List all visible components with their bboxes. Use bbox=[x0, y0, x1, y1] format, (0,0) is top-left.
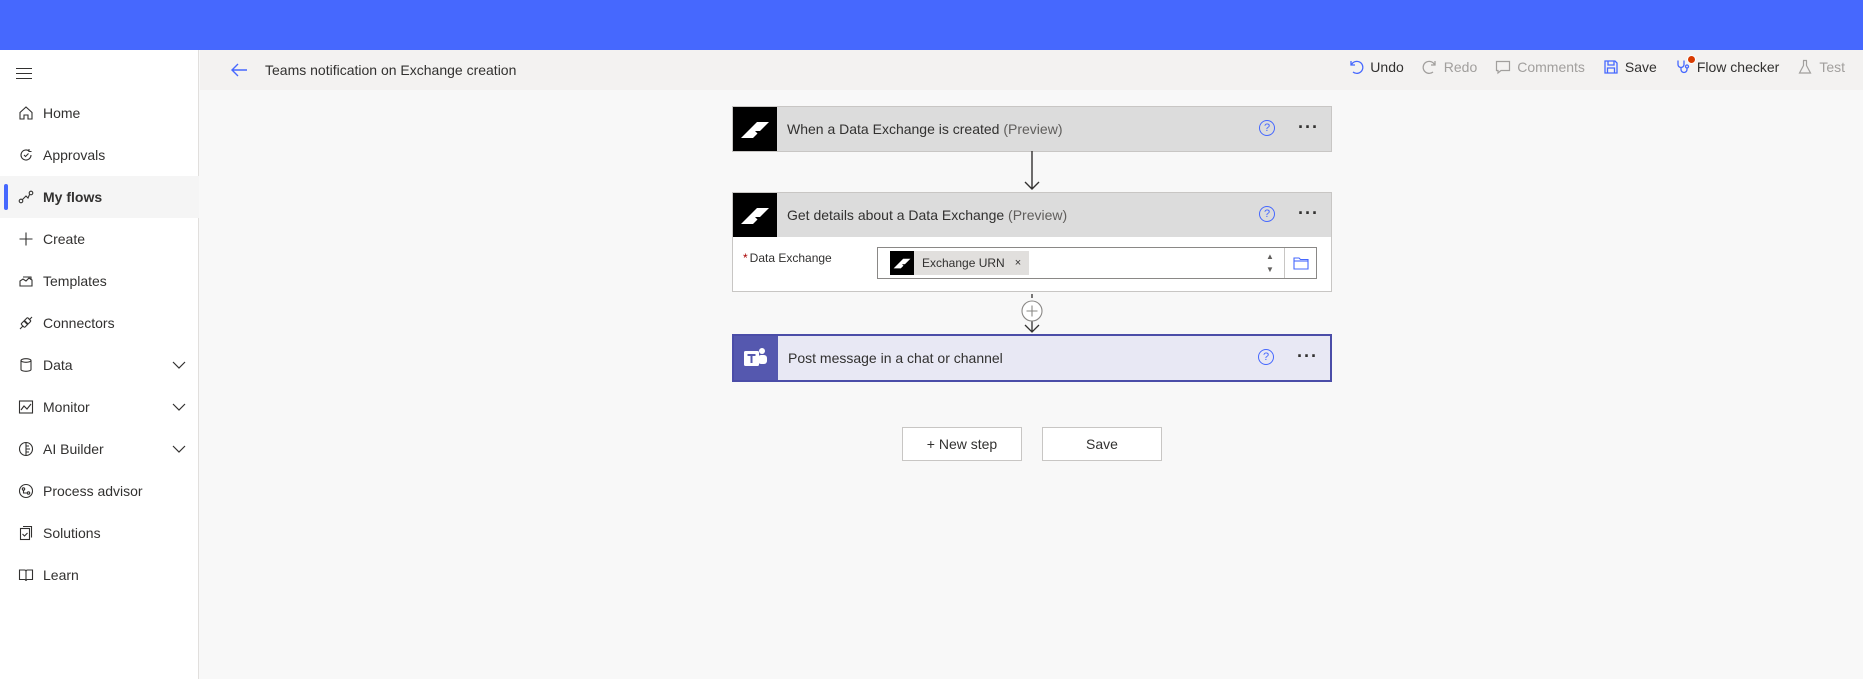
more-options-icon[interactable]: ··· bbox=[1297, 346, 1318, 367]
connectors-icon bbox=[18, 315, 34, 331]
flow-step-trigger[interactable]: When a Data Exchange is created (Preview… bbox=[732, 106, 1332, 152]
sidebar-item-label: Create bbox=[43, 231, 86, 247]
approvals-icon bbox=[18, 147, 34, 163]
add-step-plus-icon[interactable] bbox=[1020, 299, 1044, 323]
sidebar-item-label: Home bbox=[43, 105, 81, 121]
data-exchange-field-row: * Data Exchange Exchange URN × ▲ ▼ bbox=[733, 237, 1331, 291]
flow-checker-label: Flow checker bbox=[1696, 59, 1780, 75]
flow-checker-button[interactable]: Flow checker bbox=[1675, 55, 1780, 75]
sidebar-item-solutions[interactable]: Solutions bbox=[0, 512, 199, 554]
save-label: Save bbox=[1624, 59, 1657, 75]
hamburger-menu-icon[interactable] bbox=[16, 68, 32, 80]
more-options-icon[interactable]: ··· bbox=[1298, 117, 1319, 138]
sidebar-item-templates[interactable]: Templates bbox=[0, 260, 199, 302]
data-icon bbox=[18, 357, 34, 373]
step-header[interactable]: When a Data Exchange is created (Preview… bbox=[733, 107, 1331, 151]
sidebar-item-label: Solutions bbox=[43, 525, 101, 541]
sidebar-item-label: Process advisor bbox=[43, 483, 143, 499]
save-icon bbox=[1604, 60, 1618, 74]
flow-step-get-details[interactable]: Get details about a Data Exchange (Previ… bbox=[732, 192, 1332, 292]
sidebar-item-label: Templates bbox=[43, 273, 107, 289]
chevron-down-icon[interactable] bbox=[171, 357, 187, 373]
test-label: Test bbox=[1819, 59, 1845, 75]
sidebar-item-approvals[interactable]: Approvals bbox=[0, 134, 199, 176]
spin-down-icon[interactable]: ▼ bbox=[1264, 263, 1276, 276]
autodesk-logo-icon bbox=[890, 251, 914, 275]
learn-icon bbox=[18, 567, 34, 583]
sidebar-item-create[interactable]: Create bbox=[0, 218, 199, 260]
save-command-button[interactable]: Save bbox=[1603, 59, 1657, 75]
sidebar-item-label: Monitor bbox=[43, 399, 90, 415]
new-step-button[interactable]: + New step bbox=[902, 427, 1022, 461]
undo-button[interactable]: Undo bbox=[1348, 59, 1404, 75]
home-icon bbox=[18, 105, 34, 121]
sidebar-item-process-advisor[interactable]: Process advisor bbox=[0, 470, 199, 512]
step-title: When a Data Exchange is created (Preview… bbox=[787, 121, 1063, 137]
sidebar-item-connectors[interactable]: Connectors bbox=[0, 302, 199, 344]
ai-builder-icon bbox=[18, 441, 34, 457]
templates-icon bbox=[18, 273, 34, 289]
spinner: ▲ ▼ bbox=[1264, 250, 1276, 276]
step-header[interactable]: Get details about a Data Exchange (Previ… bbox=[733, 193, 1331, 237]
spin-up-icon[interactable]: ▲ bbox=[1264, 250, 1276, 263]
redo-icon bbox=[1422, 60, 1436, 75]
remove-token-icon[interactable]: × bbox=[1015, 257, 1021, 269]
chevron-down-icon[interactable] bbox=[171, 441, 187, 457]
sidebar-item-label: Learn bbox=[43, 567, 79, 583]
sidebar-item-monitor[interactable]: Monitor bbox=[0, 386, 199, 428]
sidebar-item-learn[interactable]: Learn bbox=[0, 554, 199, 596]
dynamic-content-token[interactable]: Exchange URN × bbox=[890, 251, 1030, 275]
monitor-icon bbox=[18, 399, 34, 415]
help-icon[interactable]: ? bbox=[1259, 206, 1275, 222]
comments-button[interactable]: Comments bbox=[1495, 59, 1585, 75]
alert-dot bbox=[1686, 55, 1696, 64]
data-exchange-input[interactable]: Exchange URN × ▲ ▼ bbox=[877, 247, 1317, 279]
sidebar-item-ai-builder[interactable]: AI Builder bbox=[0, 428, 199, 470]
step-title: Post message in a chat or channel bbox=[788, 350, 1003, 366]
chevron-down-icon[interactable] bbox=[171, 399, 187, 415]
sidebar-item-my-flows[interactable]: My flows bbox=[0, 176, 199, 218]
teams-logo-icon bbox=[734, 336, 778, 380]
back-arrow-icon[interactable] bbox=[230, 62, 248, 78]
sidebar-item-label: My flows bbox=[43, 189, 103, 205]
help-icon[interactable]: ? bbox=[1259, 120, 1275, 136]
redo-button[interactable]: Redo bbox=[1422, 59, 1477, 75]
undo-icon bbox=[1350, 60, 1364, 75]
undo-label: Undo bbox=[1370, 59, 1404, 75]
sidebar-item-home[interactable]: Home bbox=[0, 92, 199, 134]
sidebar-item-label: Approvals bbox=[43, 147, 106, 163]
nav-list: Home Approvals My flows Create Templates… bbox=[0, 92, 199, 596]
sidebar-item-data[interactable]: Data bbox=[0, 344, 199, 386]
autodesk-logo-icon bbox=[733, 107, 777, 151]
flask-icon bbox=[1798, 59, 1812, 74]
data-exchange-label: * Data Exchange bbox=[743, 251, 832, 265]
step-header[interactable]: Post message in a chat or channel ? ··· bbox=[734, 336, 1330, 380]
redo-label: Redo bbox=[1443, 59, 1478, 75]
top-header-bar bbox=[0, 0, 1863, 50]
comment-icon bbox=[1496, 60, 1511, 75]
flow-step-post-message[interactable]: Post message in a chat or channel ? ··· bbox=[732, 334, 1332, 382]
flows-icon bbox=[18, 189, 34, 205]
command-actions: Undo Redo Comments Save Flow checker Tes… bbox=[1330, 55, 1845, 75]
sidebar-item-label: AI Builder bbox=[43, 441, 104, 457]
help-icon[interactable]: ? bbox=[1258, 349, 1274, 365]
solutions-icon bbox=[18, 525, 34, 541]
folder-picker-icon[interactable] bbox=[1284, 248, 1316, 278]
autodesk-logo-icon bbox=[733, 193, 777, 237]
comments-label: Comments bbox=[1517, 59, 1585, 75]
more-options-icon[interactable]: ··· bbox=[1298, 203, 1319, 224]
process-advisor-icon bbox=[18, 483, 34, 499]
test-button[interactable]: Test bbox=[1797, 59, 1845, 75]
token-label: Exchange URN bbox=[922, 256, 1005, 270]
connector-arrow-icon bbox=[1024, 151, 1040, 190]
save-button[interactable]: Save bbox=[1042, 427, 1162, 461]
plus-icon bbox=[18, 231, 34, 247]
sidebar-item-label: Data bbox=[43, 357, 73, 373]
left-nav: Home Approvals My flows Create Templates… bbox=[0, 50, 199, 679]
sidebar-item-label: Connectors bbox=[43, 315, 115, 331]
flow-title: Teams notification on Exchange creation bbox=[265, 62, 517, 78]
step-title: Get details about a Data Exchange (Previ… bbox=[787, 207, 1068, 223]
